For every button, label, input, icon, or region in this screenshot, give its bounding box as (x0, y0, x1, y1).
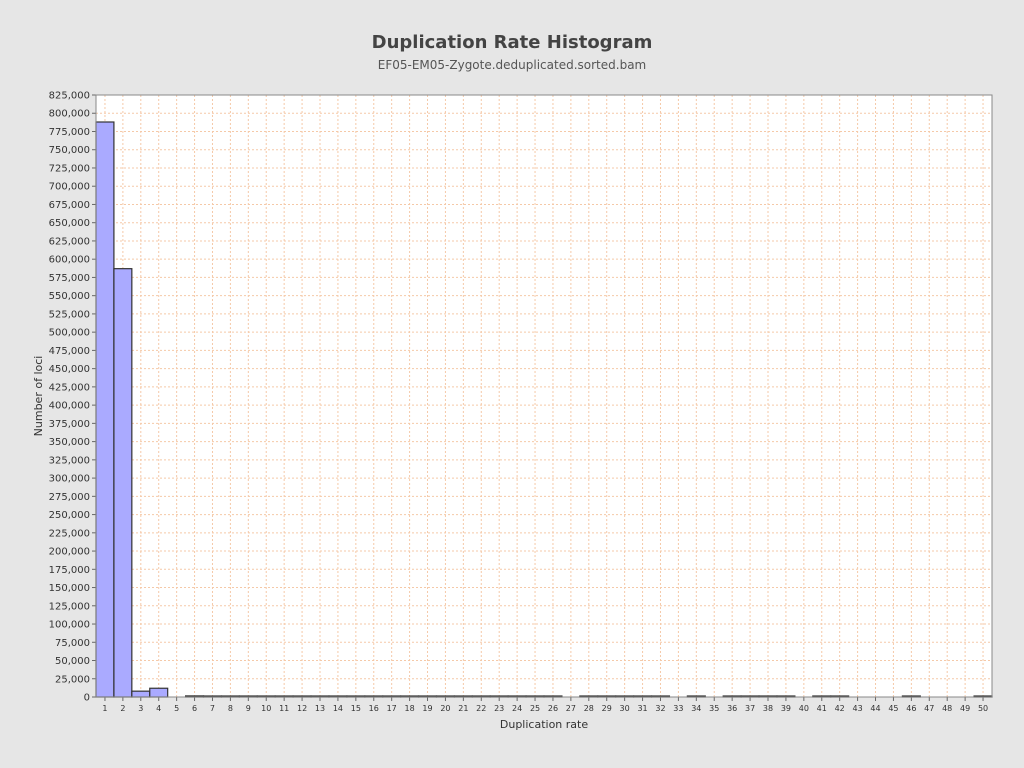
y-tick-label: 800,000 (49, 109, 90, 120)
y-tick-label: 750,000 (49, 145, 90, 156)
y-tick-label: 375,000 (49, 419, 90, 430)
y-tick-label: 50,000 (55, 656, 90, 667)
x-tick-label: 16 (369, 704, 379, 713)
y-tick-label: 500,000 (49, 328, 90, 339)
x-tick-label: 20 (440, 704, 450, 713)
y-axis-label: Number of loci (32, 356, 45, 437)
y-tick-label: 725,000 (49, 163, 90, 174)
y-tick-label: 650,000 (49, 218, 90, 229)
x-tick-label: 11 (279, 704, 289, 713)
x-tick-label: 4 (156, 704, 161, 713)
x-tick-label: 37 (745, 704, 755, 713)
x-tick-label: 27 (566, 704, 576, 713)
x-tick-label: 36 (727, 704, 737, 713)
chart-title: Duplication Rate Histogram (372, 32, 653, 53)
x-tick-label: 19 (422, 704, 432, 713)
x-tick-label: 8 (228, 704, 233, 713)
x-tick-label: 39 (781, 704, 791, 713)
y-tick-label: 325,000 (49, 455, 90, 466)
x-tick-label: 25 (530, 704, 540, 713)
y-tick-label: 775,000 (49, 127, 90, 138)
x-tick-label: 40 (799, 704, 809, 713)
y-tick-label: 0 (84, 693, 90, 704)
y-tick-label: 575,000 (49, 273, 90, 284)
duplication-rate-chart: Duplication Rate Histogram EF05-EM05-Zyg… (32, 32, 993, 731)
x-tick-label: 13 (315, 704, 325, 713)
x-tick-label: 41 (817, 704, 827, 713)
y-tick-label: 250,000 (49, 510, 90, 521)
x-tick-label: 5 (174, 704, 179, 713)
x-tick-label: 30 (620, 704, 630, 713)
x-tick-label: 17 (387, 704, 397, 713)
x-tick-label: 29 (602, 704, 612, 713)
x-tick-label: 12 (297, 704, 307, 713)
x-tick-label: 23 (494, 704, 504, 713)
y-tick-label: 700,000 (49, 182, 90, 193)
x-tick-label: 38 (763, 704, 773, 713)
y-tick-label: 225,000 (49, 528, 90, 539)
y-tick-label: 450,000 (49, 364, 90, 375)
x-tick-label: 22 (476, 704, 486, 713)
x-tick-label: 43 (853, 704, 863, 713)
x-tick-label: 26 (548, 704, 558, 713)
y-tick-label: 400,000 (49, 401, 90, 412)
x-tick-label: 46 (906, 704, 916, 713)
x-tick-label: 14 (333, 704, 343, 713)
x-axis-label: Duplication rate (500, 718, 588, 731)
x-tick-label: 32 (655, 704, 665, 713)
y-tick-label: 525,000 (49, 309, 90, 320)
x-tick-label: 31 (637, 704, 647, 713)
x-tick-label: 47 (924, 704, 934, 713)
x-tick-label: 3 (138, 704, 143, 713)
y-tick-label: 125,000 (49, 601, 90, 612)
y-tick-label: 675,000 (49, 200, 90, 211)
y-tick-label: 275,000 (49, 492, 90, 503)
bar-1 (95, 121, 115, 698)
x-tick-label: 24 (512, 704, 522, 713)
y-tick-label: 475,000 (49, 346, 90, 357)
x-tick-label: 42 (835, 704, 845, 713)
x-tick-label: 45 (888, 704, 898, 713)
y-tick-label: 75,000 (55, 638, 90, 649)
x-tick-label: 49 (960, 704, 970, 713)
x-tick-label: 10 (261, 704, 271, 713)
y-tick-label: 175,000 (49, 565, 90, 576)
x-tick-label: 1 (102, 704, 107, 713)
y-tick-label: 300,000 (49, 474, 90, 485)
y-tick-label: 425,000 (49, 382, 90, 393)
x-tick-label: 7 (210, 704, 215, 713)
y-tick-label: 350,000 (49, 437, 90, 448)
y-tick-label: 825,000 (49, 91, 90, 102)
x-tick-label: 2 (120, 704, 125, 713)
chart-subtitle: EF05-EM05-Zygote.deduplicated.sorted.bam (378, 58, 647, 72)
x-tick-label: 15 (351, 704, 361, 713)
x-tick-label: 44 (870, 704, 880, 713)
bar-2 (113, 268, 133, 698)
bar-4 (149, 687, 169, 698)
x-tick-label: 33 (673, 704, 683, 713)
x-tick-label: 48 (942, 704, 952, 713)
x-tick-label: 9 (246, 704, 251, 713)
y-tick-label: 150,000 (49, 583, 90, 594)
x-tick-label: 6 (192, 704, 197, 713)
y-tick-label: 550,000 (49, 291, 90, 302)
x-tick-label: 35 (709, 704, 719, 713)
y-tick-label: 625,000 (49, 236, 90, 247)
x-tick-label: 34 (691, 704, 701, 713)
y-tick-label: 200,000 (49, 547, 90, 558)
x-tick-label: 18 (405, 704, 415, 713)
y-axis: 0 25,000 50,000 75,000 100,000 125,000 150,000… (49, 91, 96, 704)
x-tick-label: 50 (978, 704, 988, 713)
x-tick-label: 21 (458, 704, 468, 713)
y-tick-label: 600,000 (49, 255, 90, 266)
bar-3 (131, 690, 151, 698)
x-tick-label: 28 (584, 704, 594, 713)
y-tick-label: 25,000 (55, 674, 90, 685)
y-tick-label: 100,000 (49, 620, 90, 631)
